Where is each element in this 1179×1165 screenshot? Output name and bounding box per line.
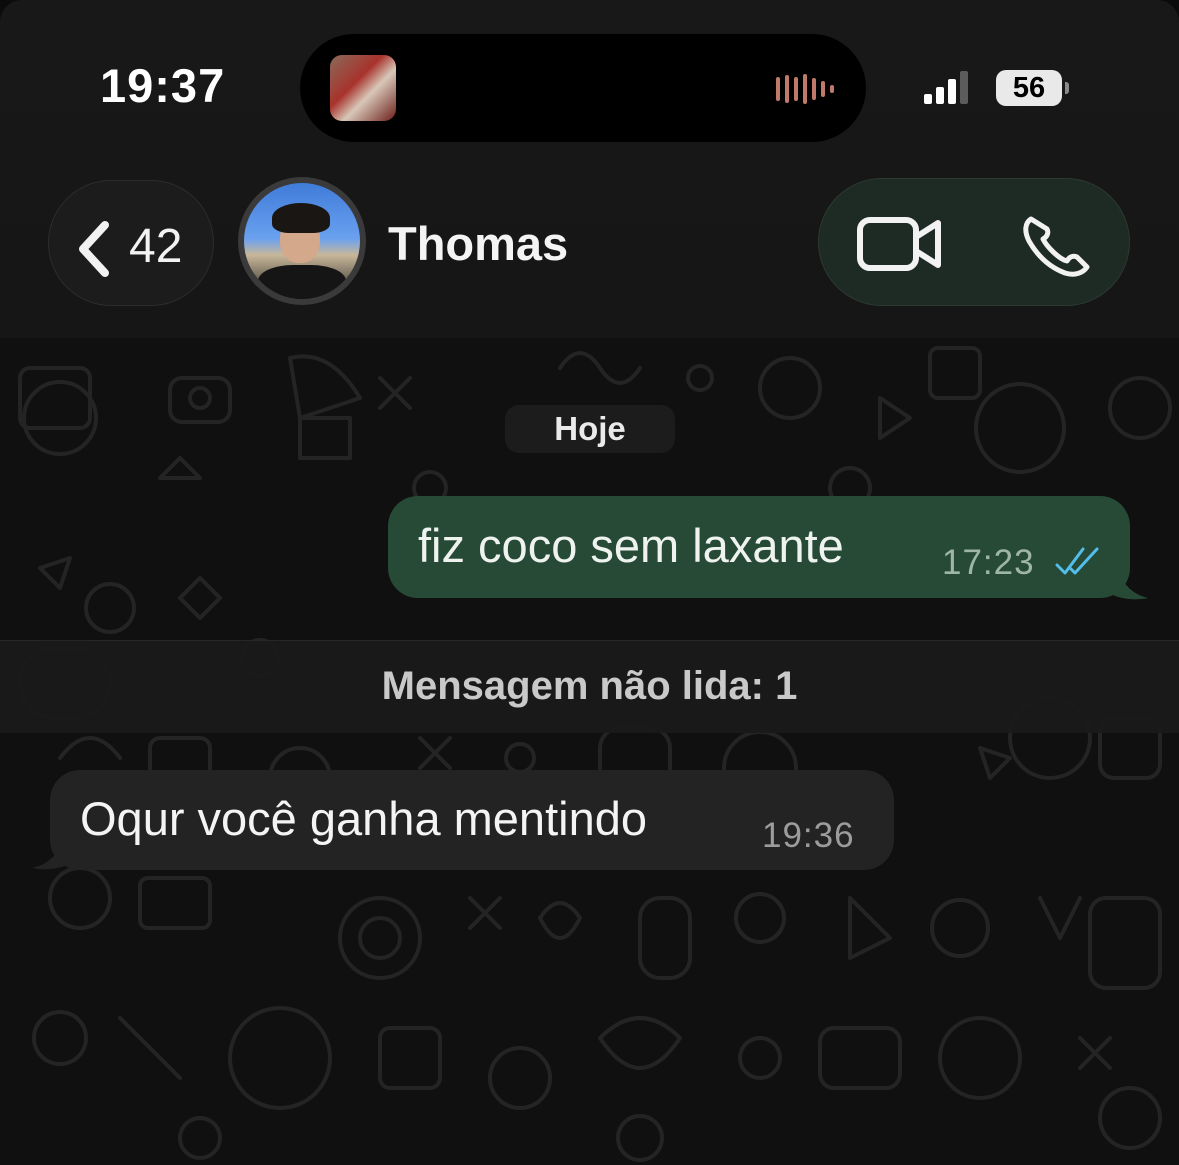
avatar-photo [244, 183, 360, 299]
dynamic-island[interactable] [300, 34, 866, 142]
phone-icon[interactable] [1021, 213, 1093, 277]
unread-chats-count: 42 [129, 220, 183, 273]
battery-level: 56 [996, 70, 1062, 106]
incoming-message-text: Oqur você ganha mentindo [80, 792, 647, 845]
chat-screen: 19:37 56 42 Thomas Hoje fiz coco sem lax… [0, 0, 1179, 1165]
date-separator: Hoje [505, 405, 675, 453]
battery-tip [1065, 82, 1069, 94]
outgoing-message-time: 17:23 [942, 543, 1035, 582]
video-call-icon[interactable] [857, 217, 943, 271]
contact-avatar[interactable] [238, 177, 366, 305]
outgoing-message-text: fiz coco sem laxante [418, 519, 844, 572]
unread-banner-text: Mensagem não lida: 1 [381, 664, 798, 708]
incoming-message-time: 19:36 [762, 816, 855, 855]
chat-wallpaper [18, 346, 1172, 1162]
bubble-tail [1110, 562, 1148, 600]
signal-icon [924, 71, 968, 104]
chat-area[interactable] [0, 338, 1179, 1165]
double-check-icon [1055, 547, 1099, 575]
back-button[interactable]: 42 [48, 180, 214, 306]
call-actions [818, 178, 1130, 306]
chevron-left-icon [79, 221, 109, 277]
header-area: 19:37 56 42 Thomas [0, 0, 1179, 338]
status-time: 19:37 [100, 59, 226, 112]
battery-icon: 56 [996, 70, 1069, 106]
now-playing-thumbnail [330, 55, 396, 121]
audio-wave-icon [776, 74, 834, 104]
bubble-tail [32, 836, 70, 870]
contact-name[interactable]: Thomas [388, 216, 568, 271]
